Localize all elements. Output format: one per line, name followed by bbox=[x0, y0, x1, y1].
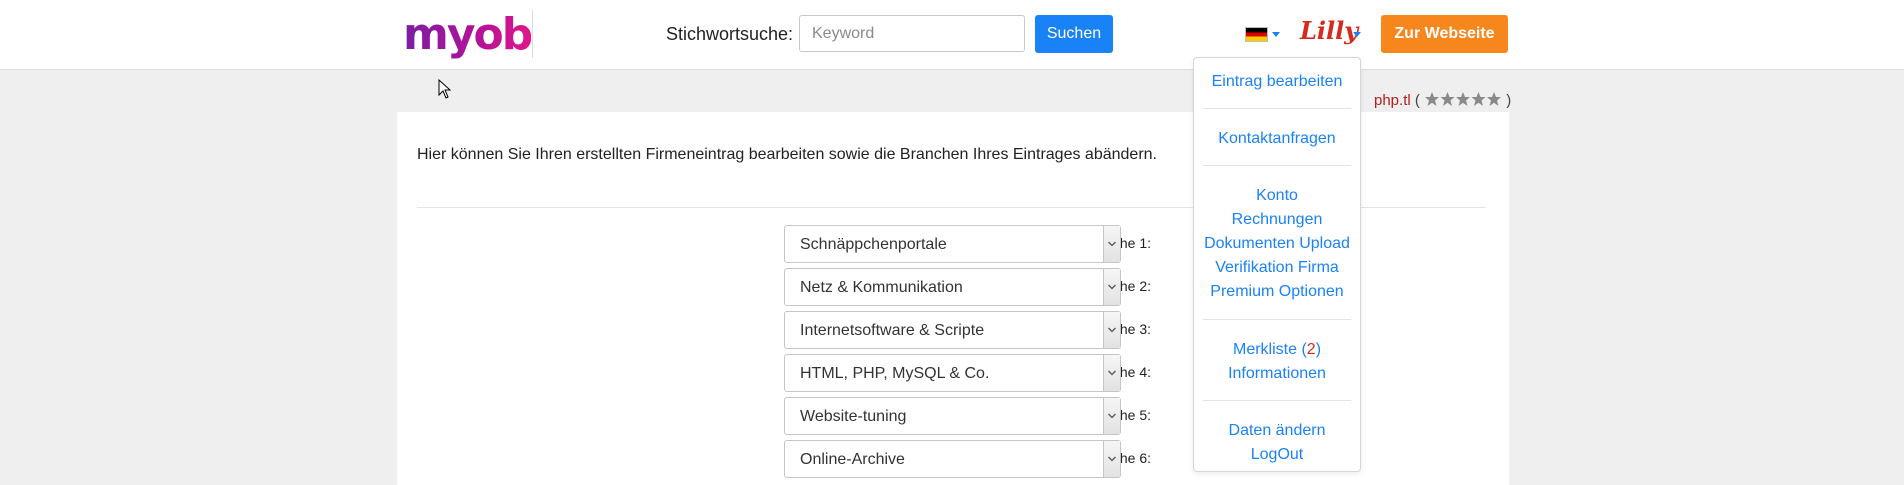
menu-information[interactable]: Informationen bbox=[1194, 362, 1360, 386]
menu-divider bbox=[1203, 165, 1351, 166]
site-link[interactable]: php.tl bbox=[1374, 92, 1411, 109]
account-brand-logo[interactable]: Lilly bbox=[1300, 16, 1358, 46]
site-rating: php.tl ( ) bbox=[1374, 91, 1511, 113]
branch-5-select[interactable]: Website-tuning bbox=[784, 397, 1121, 435]
menu-contact-requests[interactable]: Kontaktanfragen bbox=[1194, 127, 1360, 151]
branch-value: Internetsoftware & Scripte bbox=[800, 322, 985, 339]
menu-documents-upload[interactable]: Dokumenten Upload bbox=[1194, 232, 1360, 256]
rating-stars bbox=[1424, 91, 1502, 113]
menu-divider bbox=[1203, 108, 1351, 109]
branch-3-select[interactable]: Internetsoftware & Scripte bbox=[784, 311, 1121, 349]
intro-text: Hier können Sie Ihren erstellten Firmene… bbox=[417, 146, 1157, 163]
branch-value: Netz & Kommunikation bbox=[800, 279, 963, 296]
menu-account[interactable]: Konto bbox=[1194, 184, 1360, 208]
myob-logo[interactable]: myob bbox=[403, 10, 533, 60]
search-button[interactable]: Suchen bbox=[1035, 15, 1113, 53]
menu-premium-options[interactable]: Premium Optionen bbox=[1194, 280, 1360, 304]
top-header: myob Stichwortsuche: Suchen Lilly Zur We… bbox=[0, 0, 1904, 70]
branch-1-select[interactable]: Schnäppchenportale bbox=[784, 225, 1121, 263]
mouse-cursor-icon bbox=[438, 79, 452, 99]
account-caret-icon[interactable] bbox=[1353, 32, 1361, 37]
menu-invoices[interactable]: Rechnungen bbox=[1194, 208, 1360, 232]
header-divider bbox=[532, 10, 533, 58]
watchlist-count-badge: 2 bbox=[1306, 341, 1316, 358]
search-input[interactable] bbox=[799, 15, 1025, 52]
branch-value: HTML, PHP, MySQL & Co. bbox=[800, 365, 990, 382]
search-label: Stichwortsuche: bbox=[666, 24, 794, 44]
menu-change-data[interactable]: Daten ändern bbox=[1194, 419, 1360, 443]
website-button[interactable]: Zur Webseite bbox=[1381, 15, 1508, 53]
branch-value: Schnäppchenportale bbox=[800, 236, 947, 253]
chevron-down-icon[interactable] bbox=[1103, 355, 1120, 391]
menu-divider bbox=[1203, 400, 1351, 401]
menu-edit-entry[interactable]: Eintrag bearbeiten bbox=[1194, 70, 1360, 94]
branch-6-select[interactable]: Online-Archive bbox=[784, 440, 1121, 478]
chevron-down-icon[interactable] bbox=[1103, 312, 1120, 348]
menu-watchlist[interactable]: Merkliste (2) bbox=[1194, 338, 1360, 362]
language-caret-icon[interactable] bbox=[1272, 32, 1280, 37]
star-rating-icon bbox=[1425, 92, 1502, 106]
branch-2-select[interactable]: Netz & Kommunikation bbox=[784, 268, 1121, 306]
chevron-down-icon[interactable] bbox=[1103, 441, 1120, 477]
menu-divider bbox=[1203, 319, 1351, 320]
branch-4-select[interactable]: HTML, PHP, MySQL & Co. bbox=[784, 354, 1121, 392]
watchlist-label: Merkliste bbox=[1232, 341, 1297, 358]
account-dropdown-menu: Eintrag bearbeiten Kontaktanfragen Konto… bbox=[1193, 57, 1361, 472]
branch-value: Website-tuning bbox=[800, 408, 907, 425]
rating-close-paren: ) bbox=[1506, 92, 1512, 109]
branch-value: Online-Archive bbox=[800, 451, 905, 468]
menu-verification[interactable]: Verifikation Firma bbox=[1194, 256, 1360, 280]
chevron-down-icon[interactable] bbox=[1103, 398, 1120, 434]
language-flag-icon[interactable] bbox=[1245, 27, 1268, 42]
menu-logout[interactable]: LogOut bbox=[1194, 443, 1360, 467]
rating-open-paren: ( bbox=[1414, 92, 1420, 109]
chevron-down-icon[interactable] bbox=[1103, 269, 1120, 305]
chevron-down-icon[interactable] bbox=[1103, 226, 1120, 262]
